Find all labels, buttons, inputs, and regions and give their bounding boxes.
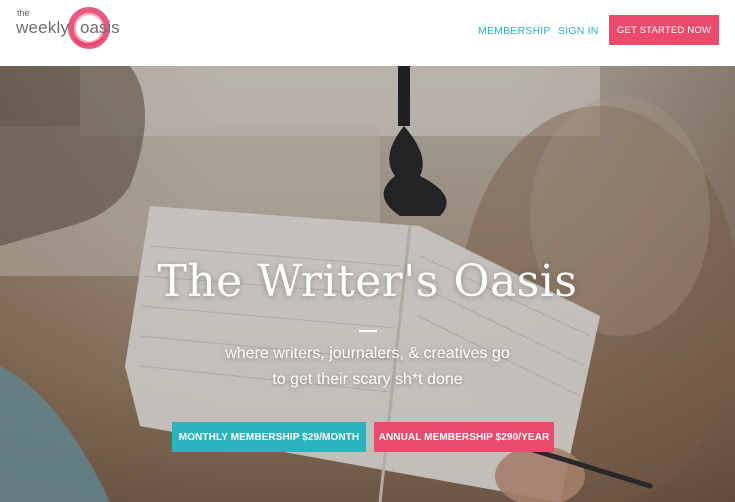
get-started-button[interactable]: GET STARTED NOW	[609, 15, 719, 45]
logo-small-text: the	[17, 8, 30, 18]
hero-divider	[359, 330, 377, 332]
site-header: the weekly oasis MEMBERSHIP SIGN IN GET …	[0, 0, 735, 66]
hero-subtitle-line2: to get their scary sh*t done	[272, 371, 463, 388]
nav-signin-link[interactable]: SIGN IN	[558, 25, 599, 37]
hero-section: The Writer's Oasis where writers, journa…	[0, 66, 735, 502]
logo-weekly-text: weekly	[16, 18, 70, 37]
nav-membership-link[interactable]: MEMBERSHIP	[478, 25, 551, 37]
site-logo[interactable]: the weekly oasis	[16, 4, 120, 56]
hero-title: The Writer's Oasis	[157, 256, 578, 307]
monthly-membership-button[interactable]: MONTHLY MEMBERSHIP $29/MONTH	[172, 422, 366, 452]
logo-oasis-text: oasis	[80, 18, 120, 37]
hero-subtitle-line1: where writers, journalers, & creatives g…	[225, 345, 510, 362]
annual-membership-button[interactable]: ANNUAL MEMBERSHIP $290/YEAR	[374, 422, 554, 452]
